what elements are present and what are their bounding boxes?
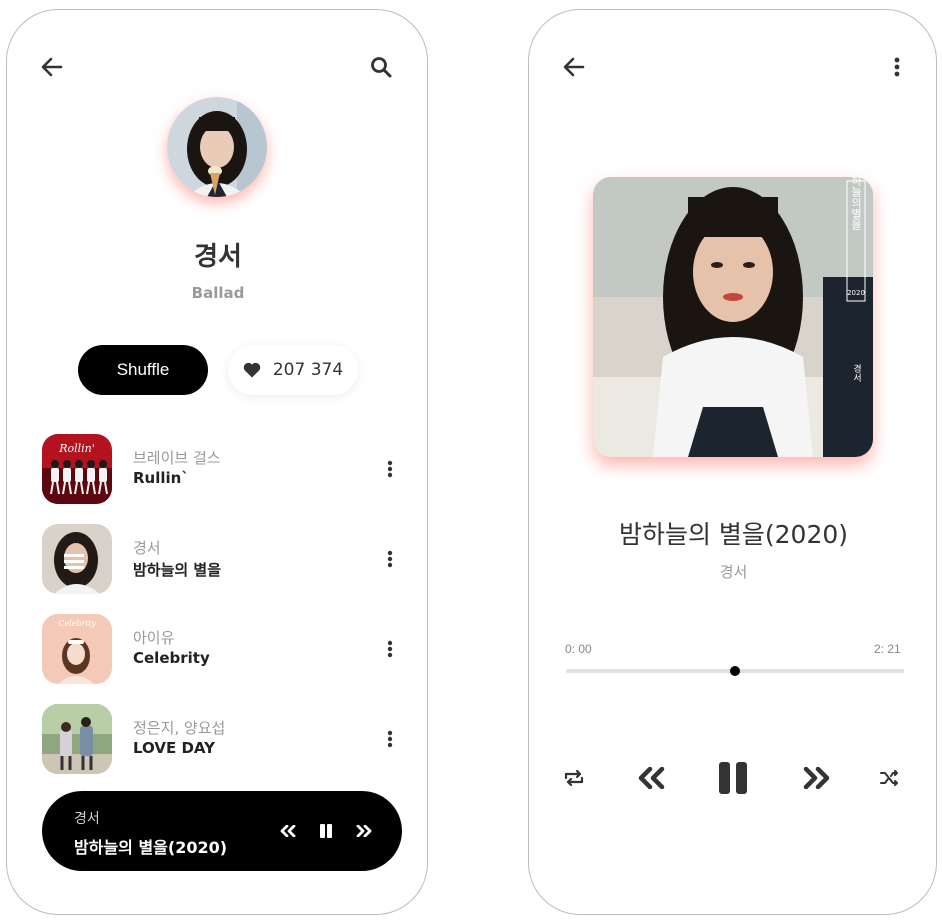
track-artist: 경서 — [133, 539, 161, 557]
more-vertical-icon — [894, 57, 900, 77]
track-artist: 정은지, 양요섭 — [133, 719, 226, 737]
progress-bar[interactable] — [566, 666, 904, 676]
track-item[interactable]: Rollin' 브레이브 걸스 Rullin` — [42, 434, 402, 506]
more-vertical-icon — [387, 730, 393, 748]
track-title: Celebrity — [133, 649, 210, 667]
progress-knob[interactable] — [730, 666, 740, 676]
arrow-left-icon — [41, 57, 63, 77]
rewind-icon — [280, 825, 296, 837]
fast-forward-icon — [803, 767, 830, 789]
back-button[interactable] — [36, 51, 68, 83]
track-cover: Rollin' — [42, 434, 112, 504]
track-cover — [42, 704, 112, 774]
track-artist: 브레이브 걸스 — [133, 449, 221, 467]
track-more-button[interactable] — [378, 634, 402, 664]
shuffle-button[interactable]: Shuffle — [78, 345, 208, 395]
song-artist: 경서 — [719, 563, 748, 581]
repeat-icon — [564, 770, 584, 786]
arrow-left-icon — [563, 57, 585, 77]
track-item[interactable]: 경서 밤하늘의 별을 — [42, 524, 402, 596]
rewind-button[interactable] — [635, 763, 669, 793]
cover-artist-text: 경서 — [851, 363, 861, 383]
track-title: Rullin` — [133, 469, 189, 487]
more-vertical-icon — [387, 640, 393, 658]
artist-name: 경서 — [194, 242, 242, 272]
like-button[interactable]: 207 374 — [228, 345, 358, 395]
shuffle-icon — [880, 770, 898, 786]
pause-button[interactable] — [715, 758, 751, 798]
mini-rewind-button[interactable] — [276, 819, 300, 843]
track-title: 밤하늘의 별을 — [133, 561, 222, 579]
track-item[interactable]: 정은지, 양요섭 LOVE DAY — [42, 704, 402, 776]
time-elapsed: 0: 00 — [565, 642, 592, 656]
track-artist: 아이유 — [133, 629, 175, 647]
heart-icon — [243, 362, 261, 378]
song-title: 밤하늘의 별을(2020) — [618, 520, 849, 549]
cover-title-text: 밤하늘의별을 — [850, 177, 863, 230]
shuffle-label: Shuffle — [116, 360, 170, 379]
pause-icon — [320, 824, 332, 838]
album-cover: 밤하늘의별을 2020 경서 — [593, 177, 873, 457]
more-vertical-icon — [387, 550, 393, 568]
search-button[interactable] — [365, 51, 397, 83]
mini-forward-button[interactable] — [352, 819, 376, 843]
artist-genre: Ballad — [191, 284, 245, 302]
pause-icon — [719, 762, 747, 794]
track-title: LOVE DAY — [133, 739, 215, 757]
now-playing-title: 밤하늘의 별을(2020) — [74, 838, 228, 857]
rewind-icon — [638, 767, 665, 789]
search-icon — [371, 57, 392, 78]
cover-year-text: 2020 — [847, 289, 865, 297]
track-more-button[interactable] — [378, 454, 402, 484]
time-total: 2: 21 — [874, 642, 901, 656]
fast-forward-icon — [356, 825, 372, 837]
likes-count: 207 374 — [272, 360, 344, 380]
more-vertical-icon — [387, 460, 393, 478]
shuffle-button[interactable] — [877, 765, 903, 791]
track-more-button[interactable] — [378, 724, 402, 754]
player-screen: 밤하늘의별을 2020 경서 밤하늘의 별을(2020) 경서 0: 00 2:… — [528, 9, 937, 915]
now-playing-artist: 경서 — [74, 811, 100, 827]
fast-forward-button[interactable] — [799, 763, 833, 793]
cover-text: Rollin' — [58, 442, 95, 455]
repeat-button[interactable] — [561, 765, 587, 791]
back-button[interactable] — [558, 51, 590, 83]
mini-player[interactable]: 경서 밤하늘의 별을(2020) — [42, 791, 402, 871]
cover-text: Celebrity — [58, 619, 96, 628]
track-cover — [42, 524, 112, 594]
mini-pause-button[interactable] — [314, 819, 338, 843]
artist-avatar — [167, 97, 267, 197]
track-more-button[interactable] — [378, 544, 402, 574]
track-item[interactable]: Celebrity 아이유 Celebrity — [42, 614, 402, 686]
options-button[interactable] — [881, 51, 913, 83]
track-cover: Celebrity — [42, 614, 112, 684]
artist-screen: 경서 Ballad Shuffle 207 374 Rollin' 브레이브 걸… — [6, 9, 428, 915]
